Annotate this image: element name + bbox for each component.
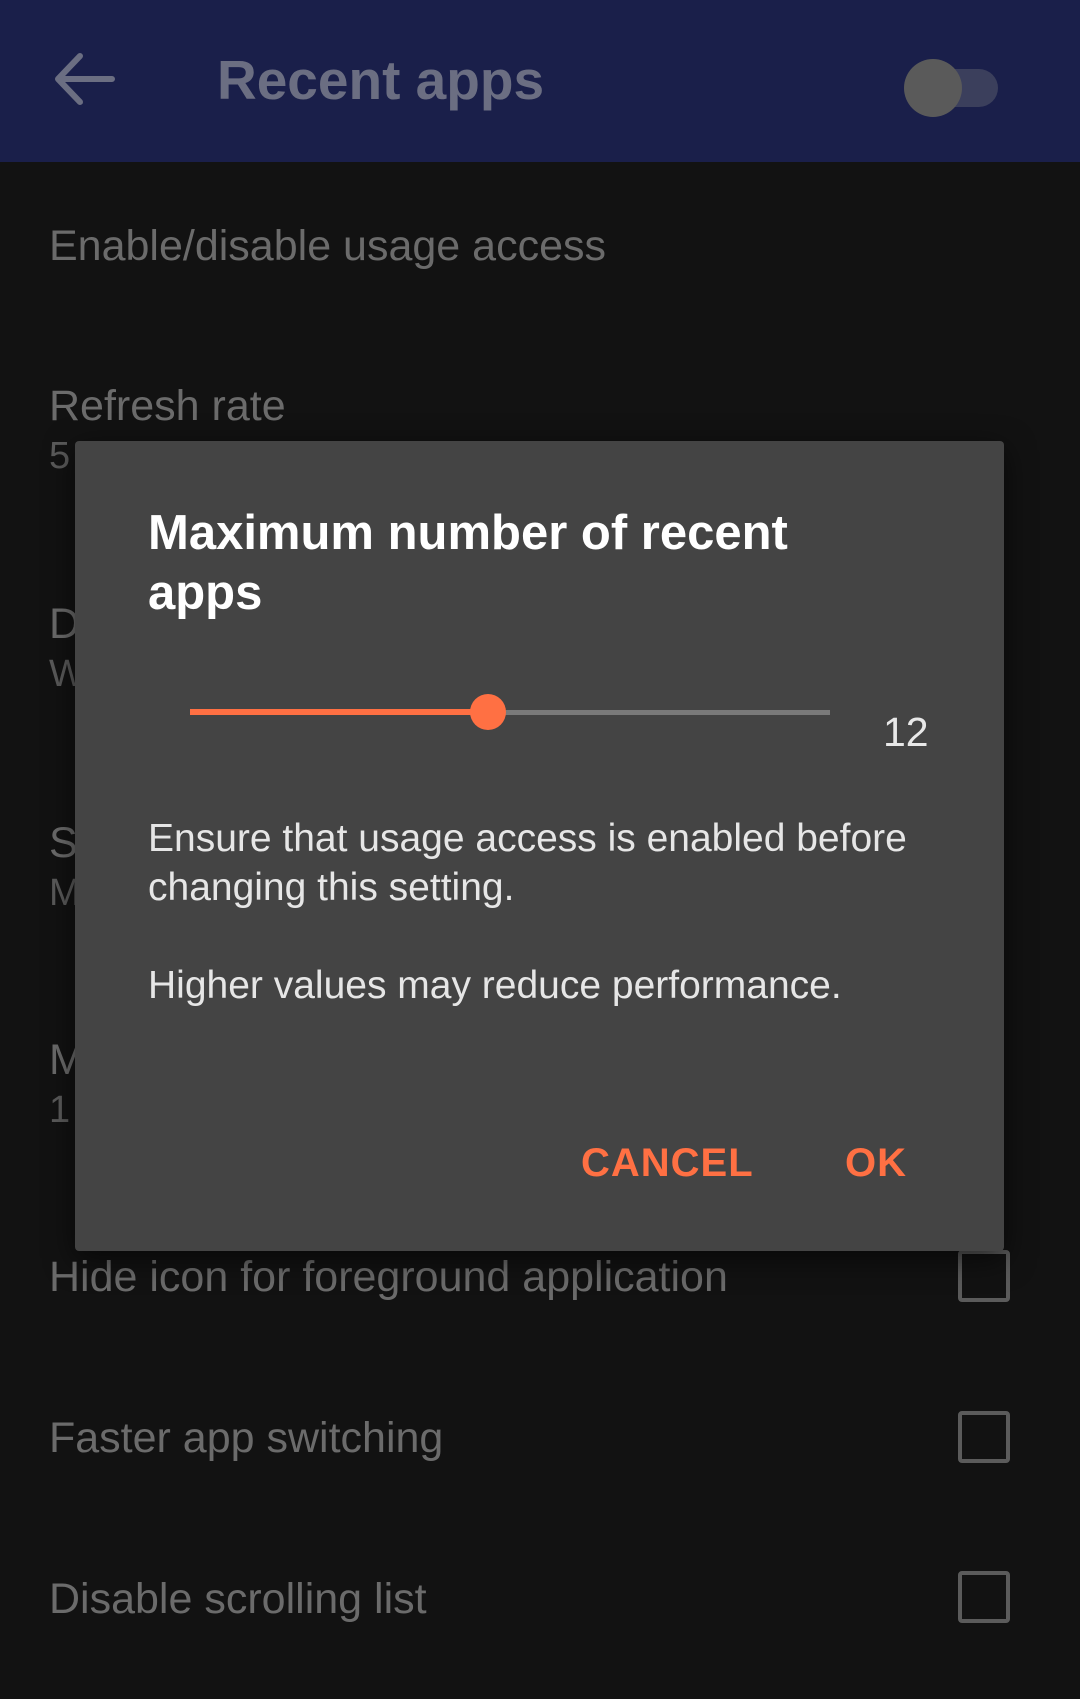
max-recent-apps-dialog: Maximum number of recent apps 12 Ensure …: [75, 441, 1004, 1251]
slider-fill: [190, 709, 488, 715]
setting-title: Faster app switching: [49, 1414, 444, 1462]
ok-button[interactable]: OK: [845, 1141, 907, 1186]
dialog-message: Ensure that usage access is enabled befo…: [148, 814, 938, 1059]
setting-title: Disable scrolling list: [49, 1575, 427, 1623]
arrow-left-icon: [55, 53, 115, 105]
max-apps-slider[interactable]: [190, 691, 840, 735]
master-toggle-switch[interactable]: [900, 50, 1000, 117]
setting-title: Refresh rate: [49, 382, 286, 430]
slider-value: 12: [883, 709, 929, 755]
back-button[interactable]: [50, 50, 118, 108]
page-title: Recent apps: [217, 49, 545, 111]
dialog-message-performance: Higher values may reduce performance.: [148, 964, 842, 1007]
disable-scrolling-checkbox[interactable]: [958, 1571, 1010, 1623]
cancel-button[interactable]: CANCEL: [581, 1141, 754, 1186]
slider-thumb[interactable]: [470, 694, 506, 730]
setting-title: Hide icon for foreground application: [49, 1253, 728, 1301]
setting-faster-switching[interactable]: Faster app switching: [49, 1412, 443, 1464]
app-bar: Recent apps: [0, 0, 1080, 162]
toggle-thumb: [904, 59, 962, 117]
dialog-message-usage: Ensure that usage access is enabled befo…: [148, 817, 907, 909]
setting-hide-icon[interactable]: Hide icon for foreground application: [49, 1251, 728, 1303]
faster-switching-checkbox[interactable]: [958, 1411, 1010, 1463]
setting-disable-scrolling[interactable]: Disable scrolling list: [49, 1573, 427, 1625]
hide-icon-checkbox[interactable]: [958, 1250, 1010, 1302]
dialog-title: Maximum number of recent apps: [148, 506, 788, 620]
setting-title: Enable/disable usage access: [49, 222, 606, 270]
setting-usage-access[interactable]: Enable/disable usage access: [49, 220, 606, 272]
